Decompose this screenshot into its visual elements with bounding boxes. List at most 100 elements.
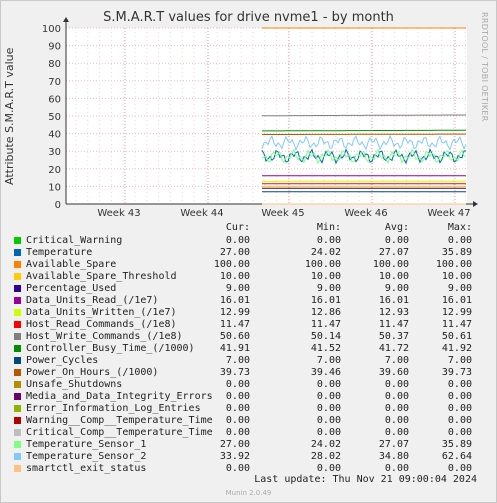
legend-value-cur: 11.47 bbox=[219, 319, 250, 330]
legend-value-max: 0.00 bbox=[447, 427, 472, 438]
legend-value-cur: 50.60 bbox=[219, 331, 250, 342]
legend-series-name: Percentage_Used bbox=[26, 283, 117, 294]
legend-header-max: Max: bbox=[447, 222, 472, 233]
x-tick-label: Week 43 bbox=[97, 208, 140, 219]
legend-value-cur: 41.91 bbox=[219, 343, 250, 354]
legend-series-name: Critical_Warning bbox=[26, 235, 123, 246]
legend-value-avg: 0.00 bbox=[384, 379, 409, 390]
legend-value-avg: 50.37 bbox=[378, 331, 409, 342]
legend-value-max: 62.64 bbox=[441, 451, 472, 462]
legend-row: Percentage_Used 9.00 9.00 9.00 9.00 bbox=[0, 283, 497, 295]
legend-value-min: 50.14 bbox=[310, 331, 341, 342]
legend-row: Controller_Busy_Time_(/1000) 41.91 41.52 41… bbox=[0, 343, 497, 355]
legend-series-name: Available_Spare bbox=[26, 259, 117, 270]
y-tick-label: 50 bbox=[48, 112, 61, 123]
legend-header-avg: Avg: bbox=[384, 222, 409, 233]
legend-series-name: Data_Units_Read_(/1e7) bbox=[26, 295, 159, 306]
legend-row: Critical_Warning 0.00 0.00 0.00 0.00 bbox=[0, 235, 497, 247]
legend-value-cur: 7.00 bbox=[225, 355, 250, 366]
legend-value-avg: 41.72 bbox=[378, 343, 409, 354]
legend-value-cur: 10.00 bbox=[219, 271, 250, 282]
legend-value-cur: 16.01 bbox=[219, 295, 250, 306]
legend-value-max: 35.89 bbox=[441, 247, 472, 258]
legend-series-name: Data_Units_Written_(/1e7) bbox=[26, 307, 177, 318]
legend-row: Data_Units_Written_(/1e7) 12.99 12.86 12.93… bbox=[0, 307, 497, 319]
legend-series-name: Host_Write_Commands_(/1e8) bbox=[26, 331, 183, 342]
series-line bbox=[261, 133, 466, 136]
legend-swatch bbox=[14, 237, 21, 244]
legend-value-min: 0.00 bbox=[316, 427, 341, 438]
legend-value-min: 7.00 bbox=[316, 355, 341, 366]
legend-value-avg: 10.00 bbox=[378, 271, 409, 282]
legend-value-cur: 0.00 bbox=[225, 391, 250, 402]
y-tick-label: 100 bbox=[42, 24, 61, 35]
legend-row: Host_Read_Commands_(/1e8) 11.47 11.47 11.47… bbox=[0, 319, 497, 331]
legend-swatch bbox=[14, 261, 21, 268]
legend-swatch bbox=[14, 333, 21, 340]
legend-swatch bbox=[14, 381, 21, 388]
legend-value-avg: 27.07 bbox=[378, 439, 409, 450]
y-tick-label: 70 bbox=[48, 77, 61, 88]
legend-value-max: 50.61 bbox=[441, 331, 472, 342]
legend-swatch bbox=[14, 285, 21, 292]
y-tick-label: 20 bbox=[48, 165, 61, 176]
legend-value-max: 0.00 bbox=[447, 403, 472, 414]
legend-row: Unsafe_Shutdowns 0.00 0.00 0.00 0.00 bbox=[0, 379, 497, 391]
legend-swatch bbox=[14, 429, 21, 436]
legend-value-avg: 0.00 bbox=[384, 403, 409, 414]
legend-value-avg: 39.60 bbox=[378, 367, 409, 378]
legend-value-min: 12.86 bbox=[310, 307, 341, 318]
legend-series-name: Power_Cycles bbox=[26, 355, 99, 366]
y-tick-label: 0 bbox=[55, 200, 61, 211]
legend-value-max: 12.99 bbox=[441, 307, 472, 318]
legend-row: Critical_Comp__Temperature_Time 0.00 0.00 0… bbox=[0, 427, 497, 439]
y-tick-label: 30 bbox=[48, 147, 61, 158]
legend-series-name: Temperature_Sensor_2 bbox=[26, 451, 147, 462]
legend-swatch bbox=[14, 465, 21, 472]
legend-value-avg: 27.07 bbox=[378, 247, 409, 258]
legend-value-avg: 0.00 bbox=[384, 463, 409, 474]
legend-series-name: Unsafe_Shutdowns bbox=[26, 379, 123, 390]
legend-value-max: 39.73 bbox=[441, 367, 472, 378]
y-tick-label: 60 bbox=[48, 94, 61, 105]
y-tick-label: 10 bbox=[48, 182, 61, 193]
legend-swatch bbox=[14, 393, 21, 400]
legend-series-name: Power_On_Hours_(/1000) bbox=[26, 367, 159, 378]
legend-value-cur: 27.00 bbox=[219, 439, 250, 450]
legend-value-min: 0.00 bbox=[316, 235, 341, 246]
legend-value-cur: 0.00 bbox=[225, 235, 250, 246]
legend-value-max: 0.00 bbox=[447, 391, 472, 402]
legend-value-avg: 100.00 bbox=[372, 259, 409, 270]
legend-swatch bbox=[14, 309, 21, 316]
legend-row: Host_Write_Commands_(/1e8) 50.60 50.14 50.3… bbox=[0, 331, 497, 343]
legend-value-avg: 11.47 bbox=[378, 319, 409, 330]
legend-value-cur: 33.92 bbox=[219, 451, 250, 462]
legend-value-max: 7.00 bbox=[447, 355, 472, 366]
legend-value-cur: 9.00 bbox=[225, 283, 250, 294]
legend-swatch bbox=[14, 273, 21, 280]
legend-row: Media_and_Data_Integrity_Errors 0.00 0.00 0… bbox=[0, 391, 497, 403]
munin-footer: Munin 2.0.49 bbox=[225, 489, 272, 497]
legend-value-max: 0.00 bbox=[447, 415, 472, 426]
legend-value-avg: 7.00 bbox=[384, 355, 409, 366]
legend-value-max: 16.01 bbox=[441, 295, 472, 306]
legend-swatch bbox=[14, 369, 21, 376]
legend-value-min: 9.00 bbox=[316, 283, 341, 294]
legend-swatch bbox=[14, 453, 21, 460]
legend-swatch bbox=[14, 297, 21, 304]
legend-series-name: Controller_Busy_Time_(/1000) bbox=[26, 343, 195, 354]
legend-row: Temperature_Sensor_2 33.92 28.02 34.80 62.64 bbox=[0, 451, 497, 463]
legend-value-cur: 39.73 bbox=[219, 367, 250, 378]
legend-value-min: 41.52 bbox=[310, 343, 341, 354]
legend-value-min: 39.46 bbox=[310, 367, 341, 378]
legend-value-cur: 0.00 bbox=[225, 415, 250, 426]
y-axis-arrow bbox=[63, 17, 69, 22]
legend-value-avg: 0.00 bbox=[384, 391, 409, 402]
legend-swatch bbox=[14, 345, 21, 352]
legend-swatch bbox=[14, 249, 21, 256]
legend-value-cur: 12.99 bbox=[219, 307, 250, 318]
legend-row: Error_Information_Log_Entries 0.00 0.00 0.0… bbox=[0, 403, 497, 415]
legend-value-avg: 0.00 bbox=[384, 427, 409, 438]
x-tick-label: Week 47 bbox=[427, 208, 470, 219]
legend-value-max: 0.00 bbox=[447, 463, 472, 474]
